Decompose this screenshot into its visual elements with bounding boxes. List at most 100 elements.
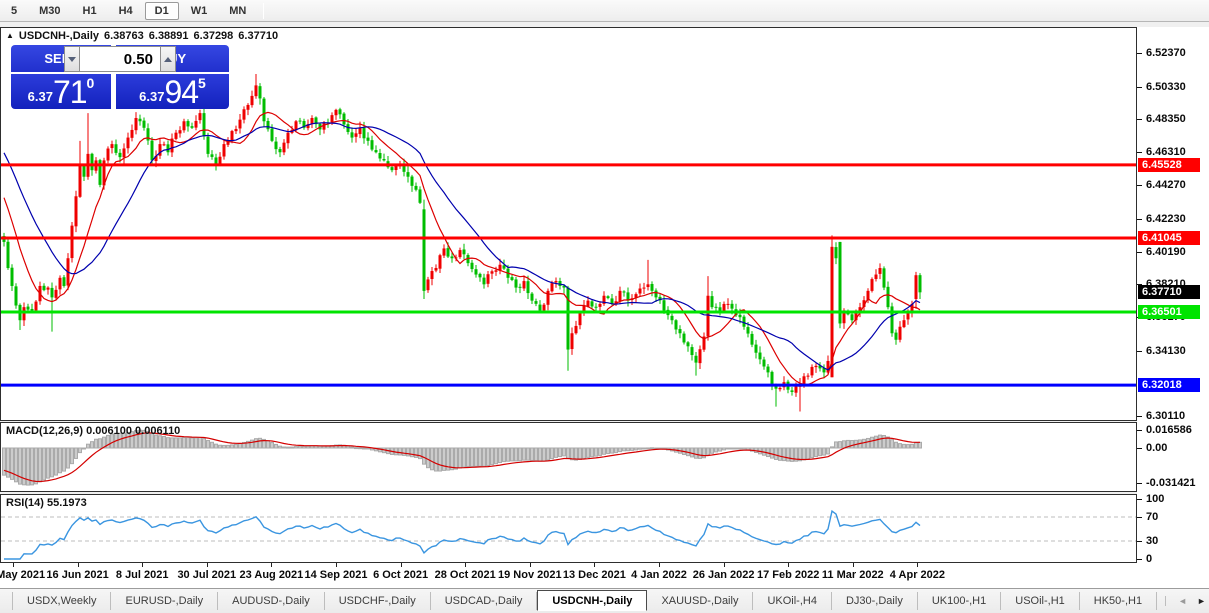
volume-increase-button[interactable]	[160, 46, 176, 72]
buy-price-display[interactable]: 6.37 94 5	[116, 74, 229, 109]
price-tick-label: 6.42230	[1146, 213, 1186, 226]
date-label: 14 Sep 2021	[305, 569, 368, 581]
timeframe-button-h1[interactable]: H1	[73, 2, 107, 20]
price-tick-label: 6.34130	[1146, 345, 1186, 358]
date-tick-mark	[78, 563, 79, 567]
symbol-tab-usdcnh[interactable]: USDCNH-,Daily	[537, 590, 647, 611]
timeframe-button-5[interactable]: 5	[1, 2, 27, 20]
symbol-tab-audusd[interactable]: AUDUSD-,Daily	[218, 592, 325, 610]
date-label: 25 May 2021	[0, 569, 45, 581]
date-axis[interactable]: 25 May 202116 Jun 20218 Jul 202130 Jul 2…	[0, 563, 1209, 588]
axis-tick-mark	[1137, 448, 1142, 449]
axis-tick-mark	[1137, 483, 1142, 484]
ohlc-close: 6.37710	[238, 30, 278, 42]
axis-tick-mark	[1137, 219, 1142, 220]
symbol-tab-usoil[interactable]: USOil-,H1	[1001, 592, 1080, 610]
date-tick-mark	[271, 563, 272, 567]
date-tick-mark	[13, 563, 14, 567]
symbol-tab-hk50[interactable]: HK50-,H1	[1080, 592, 1157, 610]
symbol-tab-uk100[interactable]: UK100-,H1	[918, 592, 1001, 610]
line-price-badge: 6.41045	[1138, 231, 1200, 245]
volume-decrease-button[interactable]	[64, 46, 80, 72]
rsi-label: RSI(14) 55.1973	[6, 497, 87, 509]
symbol-tab-ukoil[interactable]: UKOil-,H4	[753, 592, 832, 610]
axis-tick-mark	[1137, 541, 1142, 542]
axis-tick-mark	[1137, 185, 1142, 186]
axis-tick-mark	[1137, 351, 1142, 352]
sell-price-small: 6.37	[28, 89, 53, 104]
sell-price-display[interactable]: 6.37 71 0	[11, 74, 111, 109]
axis-tick-mark	[1137, 152, 1142, 153]
line-price-badge: 6.36501	[1138, 305, 1200, 319]
rsi-panel[interactable]: RSI(14) 55.1973	[0, 494, 1137, 563]
macd-tick-label: 0.00	[1146, 442, 1167, 455]
symbol-tab-usdx[interactable]: USDX,Weekly	[12, 592, 111, 610]
macd-panel[interactable]: MACD(12,26,9) 0.006100 0.006110	[0, 422, 1137, 492]
symbol-tab-dj30[interactable]: DJ30-,Daily	[832, 592, 918, 610]
rsi-tick-label: 30	[1146, 535, 1158, 548]
ohlc-high: 6.38891	[149, 30, 189, 42]
symbol-tab-xauusd[interactable]: XAUUSD-,Daily	[647, 592, 753, 610]
tab-scroll-right-icon[interactable]: ►	[1197, 596, 1206, 606]
date-label: 16 Jun 2021	[46, 569, 108, 581]
date-tick-mark	[207, 563, 208, 567]
chart-symbol-period: USDCNH-,Daily	[19, 30, 99, 42]
date-tick-mark	[401, 563, 402, 567]
line-price-badge: 6.32018	[1138, 378, 1200, 392]
symbol-tab-usdcad[interactable]: USDCAD-,Daily	[431, 592, 538, 610]
price-tick-label: 6.44270	[1146, 179, 1186, 192]
price-chart-panel[interactable]: ▲ USDCNH-,Daily 6.38763 6.38891 6.37298 …	[0, 27, 1137, 421]
timeframe-button-m30[interactable]: M30	[29, 2, 70, 20]
sell-price-sup: 0	[87, 75, 95, 91]
price-tick-label: 6.48350	[1146, 113, 1186, 126]
date-label: 4 Jan 2022	[631, 569, 687, 581]
axis-tick-mark	[1137, 517, 1142, 518]
sell-price-big: 71	[53, 77, 87, 107]
timeframe-toolbar: 5M30H1H4D1W1MN	[0, 0, 1209, 22]
price-tick-label: 6.50330	[1146, 81, 1186, 94]
date-label: 4 Apr 2022	[890, 569, 945, 581]
timeframe-button-w1[interactable]: W1	[181, 2, 218, 20]
date-tick-mark	[142, 563, 143, 567]
timeframe-button-h4[interactable]: H4	[109, 2, 143, 20]
rsi-chart[interactable]	[1, 495, 1136, 562]
arrow-up-icon	[164, 57, 172, 62]
one-click-trade-panel: SELL BUY 6.37 71 0 6.37 94 5	[11, 45, 229, 109]
axis-tick-mark	[1137, 430, 1142, 431]
symbol-tab-usdchf[interactable]: USDCHF-,Daily	[325, 592, 431, 610]
date-label: 23 Aug 2021	[239, 569, 303, 581]
rsi-tick-label: 100	[1146, 493, 1164, 506]
axis-tick-mark	[1137, 119, 1142, 120]
date-label: 8 Jul 2021	[116, 569, 169, 581]
axis-tick-mark	[1137, 252, 1142, 253]
volume-input[interactable]	[80, 46, 160, 72]
date-tick-mark	[594, 563, 595, 567]
axis-tick-mark	[1137, 499, 1142, 500]
tab-scroll-left-icon[interactable]: ◄	[1178, 596, 1187, 606]
date-tick-mark	[724, 563, 725, 567]
ohlc-low: 6.37298	[194, 30, 234, 42]
date-label: 19 Nov 2021	[498, 569, 562, 581]
date-label: 6 Oct 2021	[373, 569, 428, 581]
date-label: 17 Feb 2022	[757, 569, 819, 581]
date-tick-mark	[917, 563, 918, 567]
price-tick-label: 6.52370	[1146, 47, 1186, 60]
date-tick-mark	[788, 563, 789, 567]
date-label: 28 Oct 2021	[435, 569, 496, 581]
date-tick-mark	[530, 563, 531, 567]
timeframe-button-d1[interactable]: D1	[145, 2, 179, 20]
tab-scroll-controls: ◄►	[1165, 596, 1206, 606]
buy-price-big: 94	[164, 77, 198, 107]
axis-tick-mark	[1137, 416, 1142, 417]
chart-title: ▲ USDCNH-,Daily 6.38763 6.38891 6.37298 …	[6, 30, 278, 42]
date-tick-mark	[336, 563, 337, 567]
ohlc-open: 6.38763	[104, 30, 144, 42]
buy-price-sup: 5	[198, 75, 206, 91]
axis-tick-mark	[1137, 559, 1142, 560]
buy-price-small: 6.37	[139, 89, 164, 104]
price-axis[interactable]: 6.523706.503306.483506.463106.442706.422…	[1137, 27, 1209, 563]
timeframe-button-mn[interactable]: MN	[219, 2, 256, 20]
symbol-tab-eurusd[interactable]: EURUSD-,Daily	[111, 592, 218, 610]
arrow-down-icon	[68, 57, 76, 62]
expand-symbol-icon[interactable]: ▲	[6, 31, 14, 40]
